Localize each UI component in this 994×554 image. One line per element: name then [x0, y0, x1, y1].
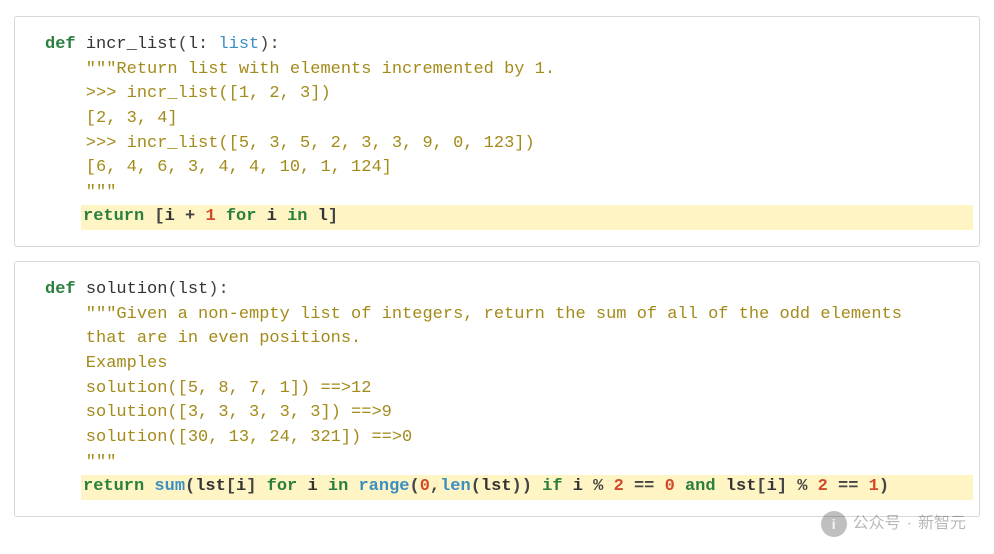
keyword-return: return [83, 477, 144, 496]
signature-line: def solution(lst): [45, 278, 979, 303]
docstring-line: solution([3, 3, 3, 3, 3]) ==>9 [45, 401, 979, 426]
keyword-for: for [226, 207, 257, 226]
type-annotation: list [218, 35, 259, 54]
param-name: lst [178, 280, 209, 299]
docstring-line: """ [45, 181, 979, 206]
highlighted-return-line: return [i + 1 for i in l] [81, 205, 973, 230]
builtin-sum: sum [154, 477, 185, 496]
builtin-len: len [440, 477, 471, 496]
builtin-range: range [358, 477, 409, 496]
docstring-line: """ [45, 451, 979, 476]
docstring-line: solution([30, 13, 24, 321]) ==>0 [45, 426, 979, 451]
docstring-line: Examples [45, 352, 979, 377]
keyword-def: def [45, 35, 76, 54]
keyword-and: and [685, 477, 716, 496]
numeric-literal: 0 [420, 477, 430, 496]
keyword-in: in [328, 477, 348, 496]
keyword-for: for [267, 477, 298, 496]
keyword-in: in [287, 207, 307, 226]
docstring-line: """Return list with elements incremented… [45, 58, 979, 83]
highlighted-return-line: return sum(lst[i] for i in range(0,len(l… [81, 475, 973, 500]
docstring-line: """Given a non-empty list of integers, r… [45, 303, 979, 328]
docstring-line: solution([5, 8, 7, 1]) ==>12 [45, 377, 979, 402]
docstring-line: that are in even positions. [45, 327, 979, 352]
param-name: l [188, 35, 198, 54]
numeric-literal: 1 [205, 207, 215, 226]
docstring-line: [2, 3, 4] [45, 107, 979, 132]
docstring-line: >>> incr_list([1, 2, 3]) [45, 82, 979, 107]
keyword-return: return [83, 207, 144, 226]
numeric-literal: 0 [665, 477, 675, 496]
keyword-def: def [45, 280, 76, 299]
signature-line: def incr_list(l: list): [45, 33, 979, 58]
docstring-line: >>> incr_list([5, 3, 5, 2, 3, 3, 9, 0, 1… [45, 132, 979, 157]
function-name: incr_list [86, 35, 178, 54]
code-block-solution: def solution(lst): """Given a non-empty … [14, 261, 980, 517]
keyword-if: if [542, 477, 562, 496]
numeric-literal: 2 [818, 477, 828, 496]
numeric-literal: 2 [614, 477, 624, 496]
numeric-literal: 1 [869, 477, 879, 496]
function-name: solution [86, 280, 168, 299]
docstring-line: [6, 4, 6, 3, 4, 4, 10, 1, 124] [45, 156, 979, 181]
code-block-incr-list: def incr_list(l: list): """Return list w… [14, 16, 980, 247]
